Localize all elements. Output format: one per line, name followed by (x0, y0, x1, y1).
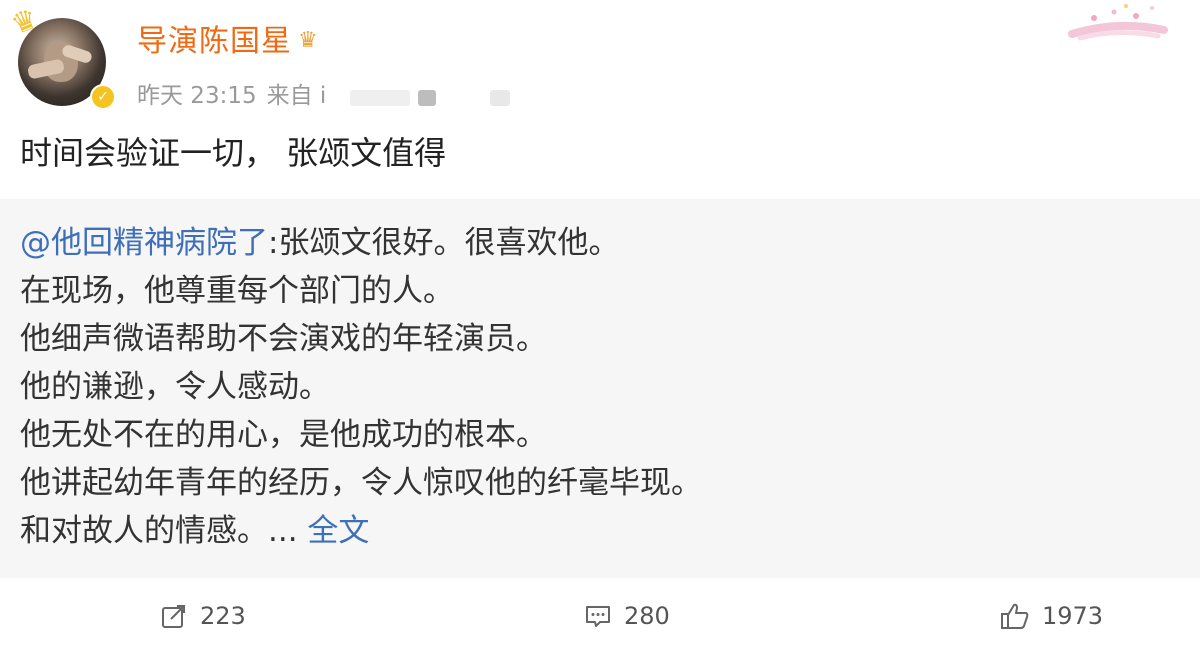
avatar[interactable]: ♛ ✓ (7, 2, 116, 110)
action-bar: 223 280 1973 (0, 590, 1200, 646)
share-icon (162, 605, 185, 628)
post-source: 来自 i (266, 83, 327, 109)
mention-link[interactable]: @他回精神病院了 (20, 225, 268, 261)
blurred-source (490, 90, 510, 106)
reposted-line: 他无处不在的用心，是他成功的根本。 (20, 417, 547, 453)
reposted-content[interactable]: @他回精神病院了:张颂文很好。很喜欢他。 在现场，他尊重每个部门的人。 他细声微… (0, 199, 1200, 578)
comment-button[interactable]: 280 (584, 602, 670, 630)
reposted-line-text: 和对故人的情感。... (20, 513, 308, 549)
decoration-icon (1068, 4, 1168, 41)
post-meta: 昨天 23:15 来自 i (137, 76, 336, 110)
blurred-source (418, 90, 436, 106)
reposted-line: 他细声微语帮助不会演戏的年轻演员。 (20, 321, 547, 357)
repost-button[interactable]: 223 (160, 602, 246, 630)
reposted-line: @他回精神病院了:张颂文很好。很喜欢他。 (20, 219, 702, 267)
reposted-line: 在现场，他尊重每个部门的人。 (20, 273, 454, 309)
verified-icon: ✓ (90, 84, 116, 110)
username[interactable]: 导演陈国星 ♛ (137, 16, 319, 60)
repost-count: 223 (200, 602, 246, 630)
like-count: 1973 (1042, 602, 1104, 630)
crown-icon[interactable]: ♛ (298, 28, 319, 53)
blurred-source (350, 90, 410, 106)
post-time[interactable]: 昨天 23:15 (137, 83, 257, 109)
full-text-link[interactable]: 全文 (307, 513, 369, 549)
reposted-line: 和对故人的情感。... 全文 (20, 507, 702, 555)
comment-count: 280 (624, 602, 670, 630)
reposted-line-text: :张颂文很好。很喜欢他。 (268, 225, 620, 261)
comment-icon (586, 606, 610, 627)
like-button[interactable]: 1973 (1000, 602, 1103, 630)
thumbs-up-icon (1001, 603, 1029, 629)
avatar-crown-icon: ♛ (6, 1, 43, 42)
username-text[interactable]: 导演陈国星 (137, 24, 292, 59)
post-text: 时间会验证一切， 张颂文值得 (20, 134, 447, 172)
weibo-post: ♛ ✓ 导演陈国星 ♛ 昨天 23:15 来自 i 时间会验证一切， 张颂文值得 @… (0, 0, 1200, 652)
reposted-line: 他讲起幼年青年的经历，令人惊叹他的纤毫毕现。 (20, 465, 702, 501)
reposted-line: 他的谦逊，令人感动。 (20, 369, 330, 405)
reposted-text: @他回精神病院了:张颂文很好。很喜欢他。 在现场，他尊重每个部门的人。 他细声微… (20, 219, 702, 555)
